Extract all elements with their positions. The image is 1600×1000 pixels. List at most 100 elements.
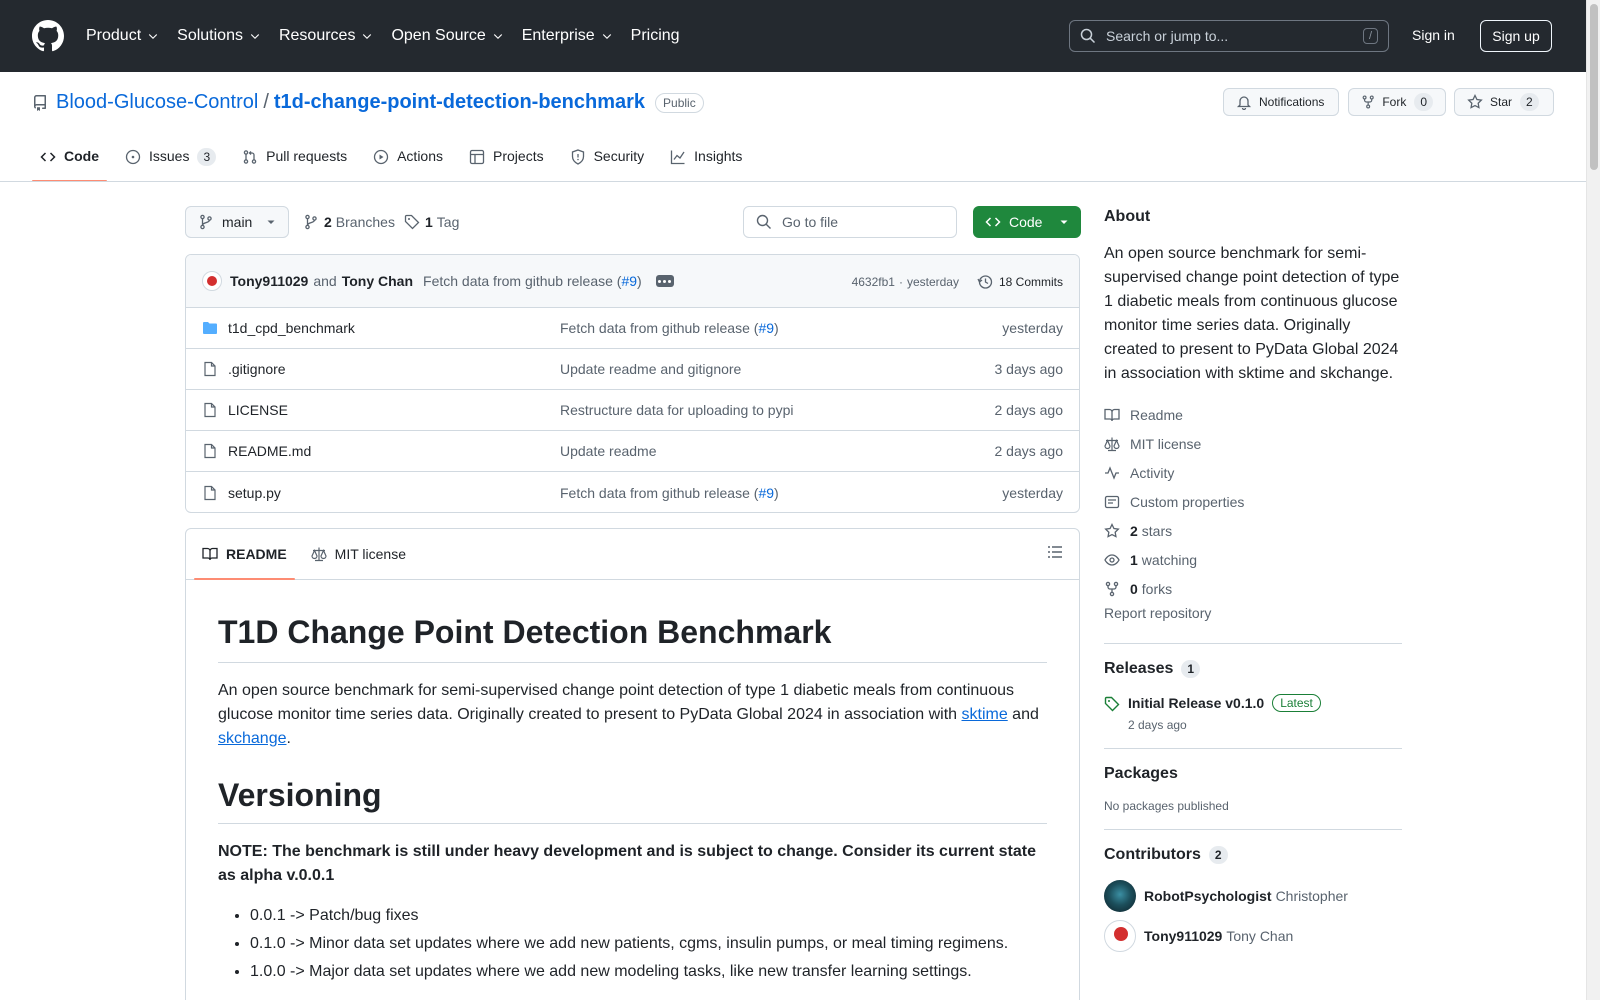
report-repository-link[interactable]: Report repository <box>1104 605 1402 627</box>
star-icon <box>1104 522 1120 538</box>
nav-product-label: Product <box>86 27 142 44</box>
skchange-link[interactable]: skchange <box>218 730 287 747</box>
file-commit-text: Update readme and gitignore <box>560 361 742 377</box>
tab-issues[interactable]: Issues 3 <box>117 140 224 182</box>
watchers-count: 1 <box>1130 551 1138 568</box>
tab-license[interactable]: MIT license <box>303 529 414 580</box>
file-row[interactable]: setup.py Fetch data from github release … <box>186 472 1079 512</box>
file-name-link[interactable]: setup.py <box>228 485 281 501</box>
tab-actions[interactable]: Actions <box>365 140 451 182</box>
notifications-button[interactable]: Notifications <box>1223 88 1339 116</box>
file-commit-message[interactable]: Fetch data from github release (#9) <box>560 485 779 501</box>
file-icon <box>204 361 216 377</box>
file-name-link[interactable]: LICENSE <box>228 402 288 418</box>
tab-projects[interactable]: Projects <box>461 140 552 182</box>
release-item[interactable]: Initial Release v0.1.0 Latest 2 days ago <box>1104 694 1402 732</box>
book-icon <box>1104 408 1120 421</box>
history-icon <box>977 274 993 289</box>
commit-coauthor-link[interactable]: Tony Chan <box>342 273 413 289</box>
nav-product[interactable]: Product <box>86 27 159 45</box>
file-commit-message[interactable]: Restructure data for uploading to pypi <box>560 402 793 418</box>
nav-enterprise[interactable]: Enterprise <box>522 27 613 45</box>
github-logo-icon[interactable] <box>32 20 64 52</box>
commit-pr-link[interactable]: #9 <box>621 273 637 289</box>
nav-enterprise-label: Enterprise <box>521 27 595 44</box>
scrollbar-thumb[interactable] <box>1590 4 1598 170</box>
releases-title: Releases <box>1104 660 1174 677</box>
star-button[interactable]: Star 2 <box>1454 88 1554 116</box>
packages-heading[interactable]: Packages <box>1104 765 1402 783</box>
file-row[interactable]: README.md Update readme 2 days ago <box>186 431 1079 472</box>
commit-author-link[interactable]: Tony911029 <box>230 273 308 289</box>
repo-owner-link[interactable]: Blood-Glucose-Control <box>56 91 258 114</box>
page-scrollbar[interactable] <box>1586 0 1600 1000</box>
file-name-link[interactable]: .gitignore <box>228 361 286 377</box>
file-name-link[interactable]: t1d_cpd_benchmark <box>228 320 355 336</box>
avatar[interactable] <box>202 271 222 291</box>
commits-link[interactable]: 18 Commits <box>977 274 1063 290</box>
releases-heading[interactable]: Releases 1 <box>1104 660 1402 678</box>
watchers-link[interactable]: 1 watching <box>1104 545 1402 574</box>
file-row[interactable]: .gitignore Update readme and gitignore 3… <box>186 349 1079 390</box>
file-icon <box>204 485 216 500</box>
code-dropdown-button[interactable]: Code <box>973 206 1081 238</box>
branch-selector[interactable]: main <box>185 206 289 238</box>
graph-icon <box>671 150 685 165</box>
forks-label: forks <box>1141 580 1173 597</box>
readme-intro-text: An open source benchmark for semi-superv… <box>218 682 1014 723</box>
go-to-file-input[interactable]: Go to file <box>743 206 957 238</box>
about-links: Readme MIT license Activity Custom prope… <box>1104 400 1402 603</box>
commit-hash-link[interactable]: 4632fb1 <box>852 275 895 289</box>
tags-link[interactable]: 1 Tag <box>404 214 459 230</box>
sktime-link[interactable]: sktime <box>962 706 1008 723</box>
nav-open-source[interactable]: Open Source <box>391 27 503 45</box>
tab-code[interactable]: Code <box>32 140 107 182</box>
repo-name-link[interactable]: t1d-change-point-detection-benchmark <box>274 91 645 114</box>
release-date: 2 days ago <box>1128 718 1187 732</box>
nav-resources[interactable]: Resources <box>279 27 373 45</box>
scale-icon <box>1104 437 1120 451</box>
contributor-item[interactable]: Tony911029 Tony Chan <box>1104 920 1402 952</box>
tab-readme[interactable]: README <box>194 529 295 580</box>
license-link[interactable]: MIT license <box>1104 429 1402 458</box>
commit-and: and <box>313 273 337 289</box>
contributors-heading[interactable]: Contributors 2 <box>1104 846 1402 864</box>
code-icon <box>40 152 56 162</box>
custom-properties-link[interactable]: Custom properties <box>1104 487 1402 516</box>
file-commit-pr-link[interactable]: #9 <box>758 485 774 501</box>
issue-opened-icon <box>125 149 141 165</box>
file-commit-pr-link[interactable]: #9 <box>758 320 774 336</box>
readme-link[interactable]: Readme <box>1104 400 1402 429</box>
contributor-item[interactable]: RobotPsychologist Christopher <box>1104 880 1402 912</box>
nav-solutions[interactable]: Solutions <box>177 27 261 45</box>
avatar[interactable] <box>1104 920 1136 952</box>
sign-in-link[interactable]: Sign in <box>1412 27 1455 43</box>
nav-pricing[interactable]: Pricing <box>631 27 680 45</box>
watchers-label: watching <box>1141 551 1198 568</box>
file-commit-message[interactable]: Fetch data from github release (#9) <box>560 320 779 336</box>
search-shortcut-key: / <box>1362 28 1378 44</box>
sign-up-button[interactable]: Sign up <box>1480 20 1552 52</box>
branches-link[interactable]: 2 Branches <box>303 214 395 230</box>
file-row[interactable]: t1d_cpd_benchmark Fetch data from github… <box>186 308 1079 349</box>
tab-security[interactable]: Security <box>562 140 653 182</box>
avatar[interactable] <box>1104 880 1136 912</box>
file-row[interactable]: LICENSE Restructure data for uploading t… <box>186 390 1079 431</box>
commit-message[interactable]: Fetch data from github release (#9) <box>423 273 642 289</box>
file-commit-message[interactable]: Update readme <box>560 443 657 459</box>
forks-link[interactable]: 0 forks <box>1104 574 1402 603</box>
ellipsis-icon[interactable] <box>655 275 674 287</box>
list-unordered-icon[interactable] <box>1047 544 1063 560</box>
contributor-name: Tony Chan <box>1226 928 1294 944</box>
file-commit-message[interactable]: Update readme and gitignore <box>560 361 741 377</box>
tab-issues-label: Issues <box>149 148 190 164</box>
star-label: Star <box>1490 95 1513 109</box>
activity-link[interactable]: Activity <box>1104 458 1402 487</box>
fork-button[interactable]: Fork 0 <box>1348 88 1446 116</box>
table-icon <box>469 149 485 165</box>
file-name-link[interactable]: README.md <box>228 443 311 459</box>
tab-insights[interactable]: Insights <box>662 140 750 182</box>
stars-link[interactable]: 2 stars <box>1104 516 1402 545</box>
tab-pull-requests[interactable]: Pull requests <box>234 140 355 182</box>
header-search-input[interactable]: Search or jump to... / <box>1069 20 1389 52</box>
